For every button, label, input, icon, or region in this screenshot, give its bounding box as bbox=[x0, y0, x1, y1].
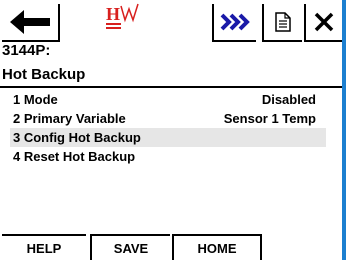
menu-item-label: 4 Reset Hot Backup bbox=[13, 149, 136, 164]
fast-forward-icon bbox=[220, 13, 250, 31]
back-button[interactable] bbox=[2, 4, 60, 42]
menu-item-value: Sensor 1 Temp bbox=[223, 111, 316, 126]
menu-item-mode[interactable]: 1 Mode Disabled bbox=[10, 90, 326, 109]
menu-item-label: 2 Primary Variable bbox=[13, 111, 126, 126]
menu-item-config-hot-backup[interactable]: 3 Config Hot Backup bbox=[10, 128, 326, 147]
home-button[interactable]: HOME bbox=[172, 234, 262, 260]
header-divider bbox=[0, 86, 342, 88]
save-button[interactable]: SAVE bbox=[90, 234, 170, 260]
scroll-edge bbox=[342, 0, 346, 260]
app-window: H 3144P: Hot Backup 1 Mode Disabled 2 Pr… bbox=[0, 0, 346, 260]
hart-logo-icon: H bbox=[106, 2, 142, 32]
function-bar: HELP SAVE HOME bbox=[0, 232, 342, 260]
document-icon bbox=[275, 12, 291, 32]
svg-text:H: H bbox=[106, 4, 120, 24]
menu-item-value: Disabled bbox=[261, 92, 316, 107]
menu-list: 1 Mode Disabled 2 Primary Variable Senso… bbox=[10, 90, 326, 166]
document-button[interactable] bbox=[262, 4, 302, 42]
close-button[interactable] bbox=[304, 4, 342, 42]
left-arrow-icon bbox=[10, 10, 50, 34]
page-title: Hot Backup bbox=[2, 66, 86, 83]
help-button[interactable]: HELP bbox=[2, 234, 86, 260]
close-x-icon bbox=[314, 12, 334, 32]
next-button[interactable] bbox=[212, 4, 256, 42]
device-tag: 3144P: bbox=[2, 42, 51, 59]
menu-item-label: 1 Mode bbox=[13, 92, 58, 107]
menu-item-reset-hot-backup[interactable]: 4 Reset Hot Backup bbox=[10, 147, 326, 166]
menu-item-label: 3 Config Hot Backup bbox=[13, 130, 141, 145]
menu-item-primary-variable[interactable]: 2 Primary Variable Sensor 1 Temp bbox=[10, 109, 326, 128]
toolbar: H bbox=[0, 0, 342, 42]
